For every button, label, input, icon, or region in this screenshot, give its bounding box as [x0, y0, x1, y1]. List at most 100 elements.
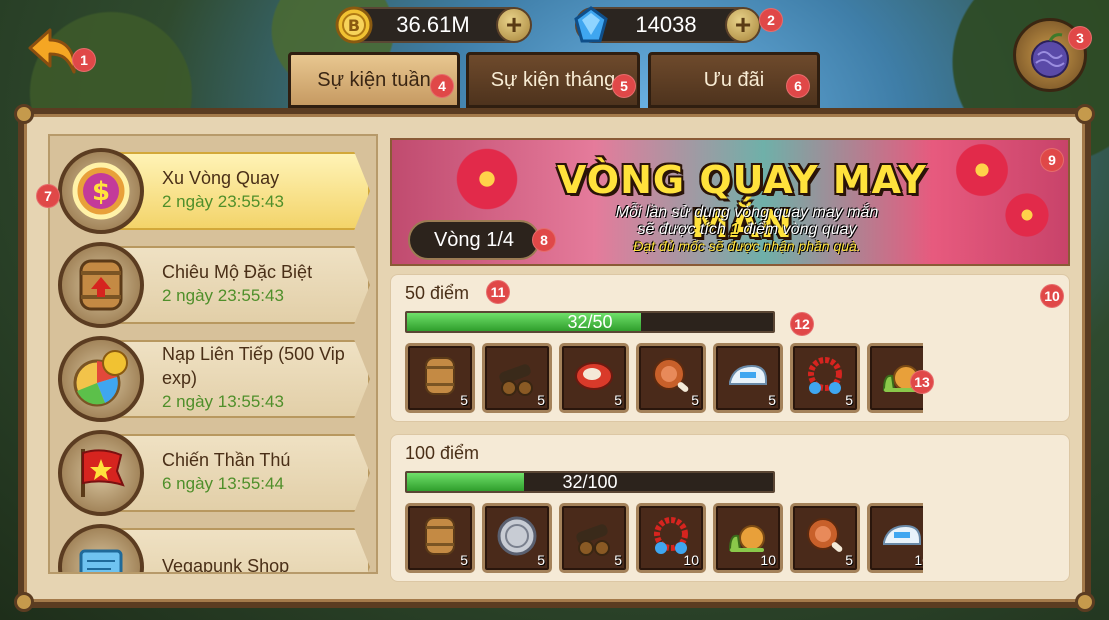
sidebar-item-vegapunk-shop[interactable]: Vegapunk Shop [58, 524, 370, 574]
reward-slot[interactable]: 5 [482, 503, 552, 573]
round-indicator: Vòng 1/4 [408, 220, 540, 260]
gold-currency-bar: B 36.61M + [335, 6, 532, 44]
milestone-title: 100 điểm [405, 443, 480, 463]
sidebar-item-timer: 6 ngày 13:55:44 [162, 474, 284, 493]
bead-necklace-icon [808, 357, 842, 394]
reward-slot[interactable]: 5 [790, 503, 860, 573]
marker-badge: 11 [486, 280, 510, 304]
sidebar-item-title: Chiến Thần Thú [162, 450, 291, 470]
reward-quantity: 5 [537, 552, 545, 568]
milestone-card: 100 điểm 32/100 5 5 5 10 10 5 1 [390, 434, 1070, 582]
reward-slot[interactable]: 10 [636, 503, 706, 573]
tab-label: Sự kiện tháng [490, 68, 616, 91]
reward-slot[interactable]: 5 [405, 503, 475, 573]
gem-icon [574, 6, 608, 43]
reward-slot[interactable]: 10 [867, 503, 923, 573]
wheel-coin-icon [58, 336, 144, 422]
reward-slot[interactable]: 5 [559, 343, 629, 413]
reward-list[interactable]: 5 5 5 10 10 5 1 [405, 503, 923, 575]
add-gems-button[interactable]: + [725, 7, 761, 43]
sidebar-item-special-recruit[interactable]: Chiêu Mộ Đặc Biệt 2 ngày 23:55:43 [58, 242, 370, 328]
marker-badge: 5 [612, 74, 636, 98]
banner-description: Mỗi lần sử dụng vòng quay may mắn sẽ đượ… [572, 204, 922, 255]
marker-badge: 6 [786, 74, 810, 98]
milestone-title: 50 điểm [405, 283, 470, 303]
panel-corner [1075, 104, 1095, 124]
reward-slot[interactable]: 5 [636, 343, 706, 413]
reward-slot[interactable]: 5 [405, 343, 475, 413]
reward-quantity: 5 [460, 552, 468, 568]
meat-bone-icon [807, 518, 843, 552]
hibiscus-decoration [452, 144, 522, 214]
marker-badge: 9 [1040, 148, 1064, 172]
banner-line-2c: điểm vòng quay [739, 221, 857, 238]
reward-quantity: 5 [460, 392, 468, 408]
flag-icon [58, 430, 144, 516]
reward-slot[interactable]: 10 [713, 503, 783, 573]
marker-badge: 7 [36, 184, 60, 208]
sidebar-item-bg [108, 152, 370, 230]
barrel-icon [425, 357, 455, 395]
marker-badge: 8 [532, 228, 556, 252]
panel-corner [14, 104, 34, 124]
panel-corner [14, 592, 34, 612]
meat-bone-icon [653, 358, 689, 392]
back-arrow-icon [28, 28, 76, 74]
sidebar-item-spin-coin[interactable]: $ Xu Vòng Quay 2 ngày 23:55:43 [58, 148, 370, 234]
sidebar-item-title: Vegapunk Shop [162, 556, 290, 574]
reward-slot[interactable]: 5 [790, 343, 860, 413]
barrel-icon [425, 517, 455, 555]
spin-coin-icon: $ [58, 148, 144, 234]
cannon-icon [499, 364, 533, 396]
sidebar-item-war-beast[interactable]: Chiến Thần Thú 6 ngày 13:55:44 [58, 430, 370, 516]
tab-label: Sự kiện tuần [317, 68, 431, 91]
reward-quantity: 5 [537, 392, 545, 408]
reward-list[interactable]: 5 5 5 5 5 5 [405, 343, 923, 415]
barrel-icon [58, 242, 144, 328]
reward-quantity: 5 [845, 392, 853, 408]
milestone-progress-bar: 32/50 [405, 311, 775, 333]
milestone-progress-bar: 32/100 [405, 471, 775, 493]
marker-badge: 1 [72, 48, 96, 72]
banner-line-2: sẽ được tích 1 điểm vòng quay [572, 221, 922, 238]
reward-quantity: 5 [768, 392, 776, 408]
reward-slot[interactable]: 5 [713, 343, 783, 413]
meat-chunk-icon [575, 362, 613, 390]
sidebar-item-bg [108, 434, 370, 512]
add-gold-button[interactable]: + [496, 7, 532, 43]
sidebar-item-bg [108, 246, 370, 324]
reward-quantity: 5 [614, 552, 622, 568]
hibiscus-decoration [1002, 190, 1052, 240]
lucky-wheel-banner: VÒNG QUAY MAY MẮN Mỗi lần sử dụng vòng q… [390, 138, 1070, 266]
sidebar-item-continuous-topup[interactable]: Nạp Liên Tiếp (500 Vip exp) 2 ngày 13:55… [58, 336, 370, 422]
marker-badge: 13 [910, 370, 934, 394]
cap-icon [729, 364, 767, 385]
reward-slot[interactable]: 5 [482, 343, 552, 413]
reward-slot[interactable]: 5 [559, 503, 629, 573]
sidebar-item-title: Xu Vòng Quay [162, 168, 280, 188]
milestone-progress-text: 32/100 [562, 472, 618, 492]
marker-badge: 4 [430, 74, 454, 98]
svg-text:B: B [348, 16, 360, 35]
sidebar-item-timer: 2 ngày 23:55:43 [162, 286, 284, 305]
milestone-progress-text: 32/50 [567, 312, 613, 332]
reward-quantity: 10 [760, 552, 776, 568]
back-button[interactable] [22, 22, 82, 82]
sidebar-item-timer: 2 ngày 13:55:43 [162, 392, 284, 411]
silver-coin-icon [497, 516, 537, 556]
sidebar-item-title: Chiêu Mộ Đặc Biệt [162, 262, 313, 282]
reward-quantity: 5 [845, 552, 853, 568]
panel-corner [1075, 592, 1095, 612]
reward-quantity: 10 [914, 552, 923, 568]
marker-badge: 2 [759, 8, 783, 32]
reward-quantity: 5 [614, 392, 622, 408]
gem-currency-bar: 14038 + [574, 6, 761, 43]
event-sidebar[interactable]: $ Xu Vòng Quay 2 ngày 23:55:43 Chiêu Mộ … [48, 134, 378, 574]
reward-quantity: 5 [691, 392, 699, 408]
banner-line-3: Đạt đủ mốc sẽ được nhận phần quà. [633, 238, 861, 254]
sidebar-item-title: Nạp Liên Tiếp (500 Vip exp) [162, 344, 345, 388]
banner-line-2a: sẽ được tích [637, 221, 731, 238]
marker-badge: 10 [1040, 284, 1064, 308]
gold-coin-icon: B [335, 6, 373, 44]
sidebar-item-timer: 2 ngày 23:55:43 [162, 192, 284, 211]
